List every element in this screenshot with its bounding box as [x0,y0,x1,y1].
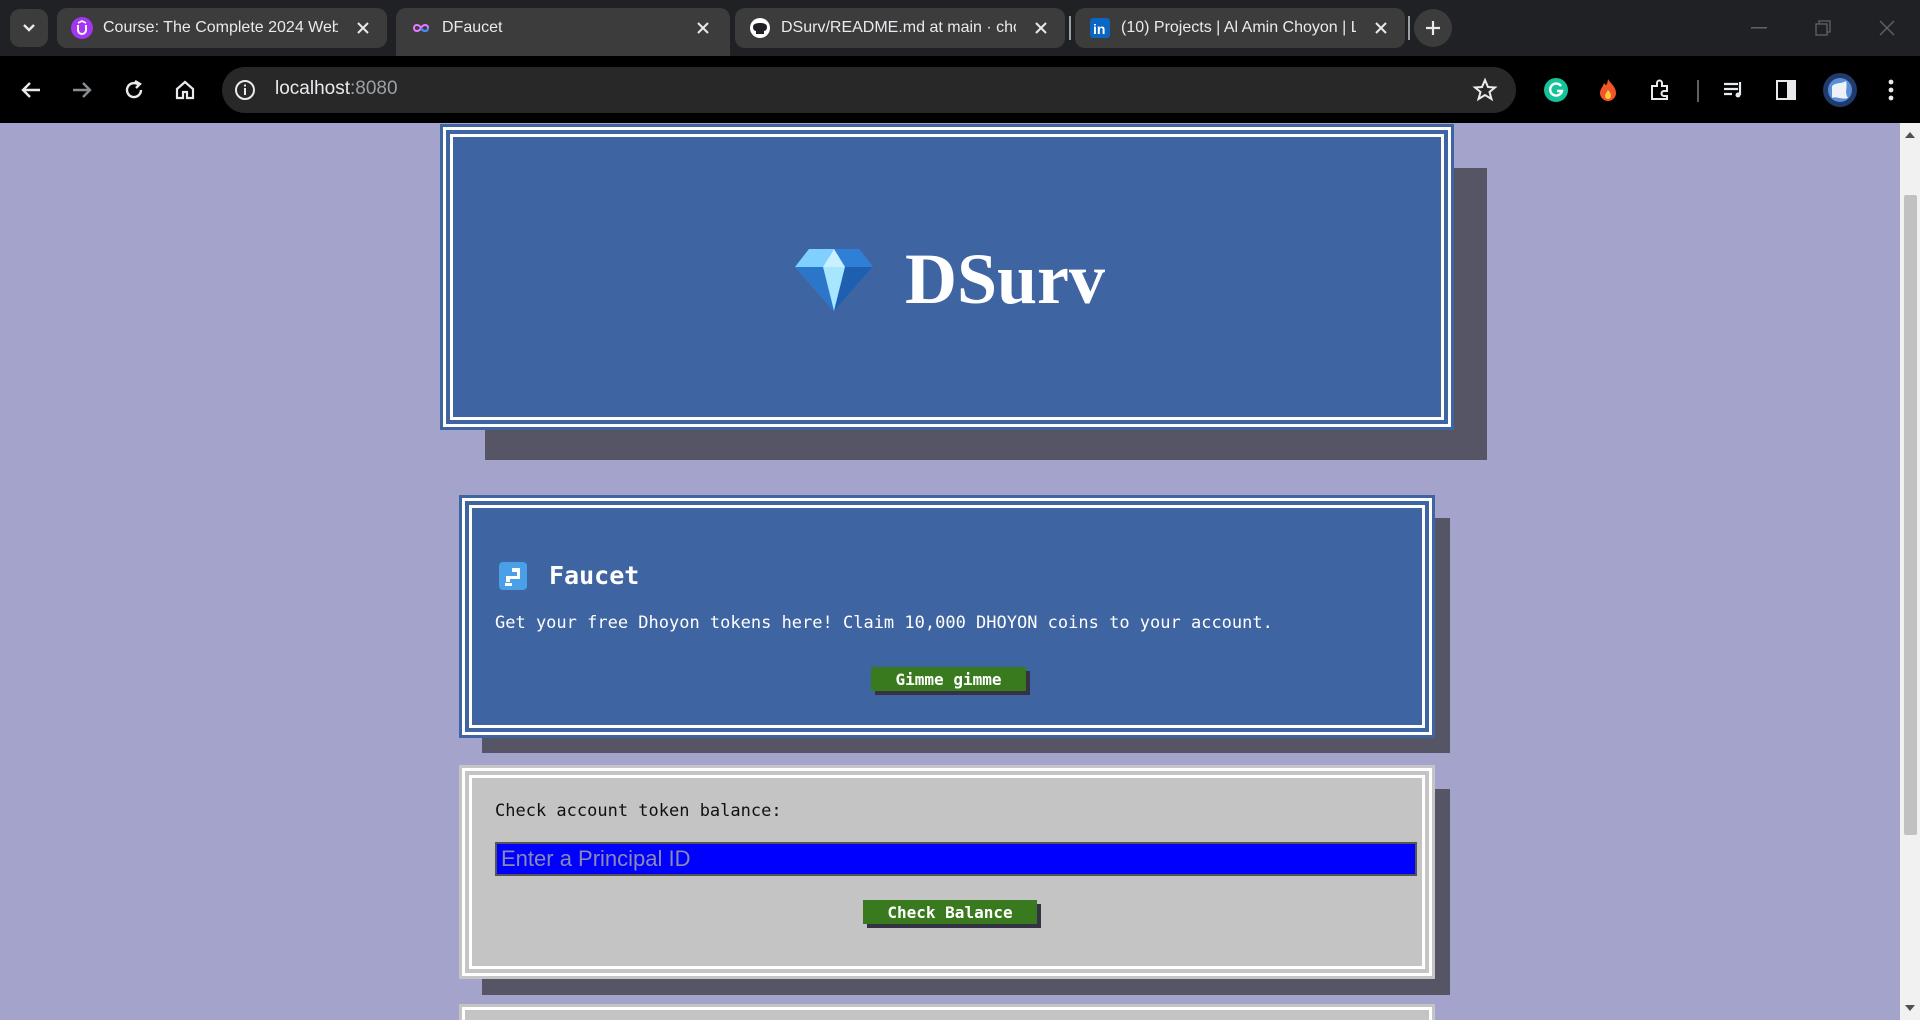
tab-separator [1408,16,1410,40]
tab-dfaucet[interactable]: DFaucet [396,8,730,56]
page-viewport: DSurv Faucet Get your free Dhoyon tokens… [0,123,1900,1020]
puzzle-icon [1651,79,1668,100]
extensions-button[interactable] [1646,76,1674,104]
restore-icon [1815,20,1831,36]
new-tab-button[interactable] [1414,9,1452,47]
faucet-card: Faucet Get your free Dhoyon tokens here!… [459,495,1435,738]
plus-icon [1426,21,1440,35]
faucet-heading: Faucet [549,561,640,590]
check-balance-button[interactable]: Check Balance [863,900,1037,924]
udemy-icon [71,17,93,39]
tab-github-readme[interactable]: DSurv/README.md at main · choyo [735,8,1065,48]
reload-icon [125,79,143,99]
close-icon [1879,20,1895,36]
scroll-down-arrow-icon[interactable] [1905,1005,1915,1011]
tab-linkedin-projects[interactable]: in (10) Projects | Al Amin Choyon | Lin [1075,8,1405,48]
gem-icon [794,248,873,311]
tab-search-button[interactable] [10,9,48,47]
app-title: DSurv [904,239,1106,319]
avatar-icon [1823,73,1857,107]
media-controls-button[interactable] [1720,76,1748,104]
balance-card: Check account token balance: Check Balan… [459,765,1435,979]
fire-extension[interactable] [1594,76,1622,104]
github-icon [750,18,770,38]
home-icon [175,80,195,100]
tab-title: DSurv/README.md at main · choyo [781,19,1016,36]
faucet-header: Faucet [499,561,639,590]
back-button[interactable] [17,76,45,104]
close-icon[interactable] [353,18,373,38]
grammarly-extension[interactable] [1542,76,1570,104]
url-text[interactable]: localhost:8080 [275,78,398,100]
minimize-button[interactable] [1744,14,1774,42]
address-bar[interactable]: localhost:8080 [222,67,1516,113]
home-button[interactable] [171,76,199,104]
scrollbar-thumb[interactable] [1904,195,1917,835]
faucet-icon [499,561,527,590]
arrow-left-icon [21,82,40,98]
flame-icon [1600,79,1616,101]
logo-title: DSurv [446,238,1454,321]
next-card [459,1004,1435,1020]
site-info-icon[interactable] [234,79,256,101]
toolbar-divider [1697,80,1699,102]
kebab-menu-icon [1888,79,1894,101]
bookmark-star-icon[interactable] [1472,77,1498,103]
tab-strip: Course: The Complete 2024 Web D DFaucet … [0,0,1920,56]
tab-title: Course: The Complete 2024 Web D [103,19,338,36]
playlist-icon [1724,82,1742,98]
principal-id-input[interactable] [495,842,1417,876]
close-icon[interactable] [1031,18,1051,38]
tab-udemy-course[interactable]: Course: The Complete 2024 Web D [57,8,387,48]
scroll-up-arrow-icon[interactable] [1905,132,1915,138]
tab-title: DFaucet [442,19,503,36]
restore-button[interactable] [1808,14,1838,42]
close-icon[interactable] [693,18,713,38]
url-port: :8080 [350,78,398,99]
reload-button[interactable] [120,76,148,104]
url-host: localhost [275,78,350,99]
side-panel-icon [1776,80,1796,100]
gimme-button[interactable]: Gimme gimme [871,667,1026,691]
forward-button[interactable] [68,76,96,104]
balance-label: Check account token balance: [495,801,782,821]
grammarly-icon [1544,78,1568,102]
app-header: DSurv [440,124,1454,430]
arrow-right-icon [73,82,92,98]
minimize-icon [1751,27,1767,29]
side-panel-button[interactable] [1772,76,1800,104]
infinity-icon [412,24,430,32]
close-icon[interactable] [1371,18,1391,38]
linkedin-icon: in [1090,18,1110,38]
close-window-button[interactable] [1872,14,1902,42]
tab-separator [1069,16,1071,40]
tab-title: (10) Projects | Al Amin Choyon | Lin [1121,19,1356,36]
chrome-menu-button[interactable] [1877,76,1905,104]
page-scrollbar[interactable] [1900,123,1920,1020]
svg-text:in: in [1093,21,1105,37]
chevron-down-icon [23,24,35,32]
faucet-description: Get your free Dhoyon tokens here! Claim … [495,613,1273,633]
profile-avatar[interactable] [1822,72,1858,108]
